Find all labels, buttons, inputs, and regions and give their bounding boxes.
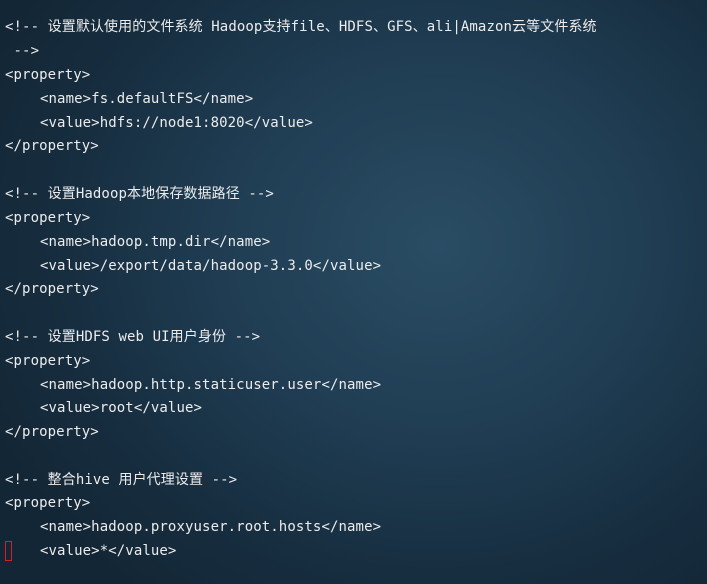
- name-line: <name>hadoop.proxyuser.root.hosts</name>: [40, 519, 382, 535]
- property-close-tag: </property>: [5, 138, 99, 154]
- property-close-tag: </property>: [5, 424, 99, 440]
- comment-line-default-fs: <!-- 设置默认使用的文件系统 Hadoop支持file、HDFS、GFS、a…: [5, 19, 597, 35]
- comment-line-web-ui-user: <!-- 设置HDFS web UI用户身份 -->: [5, 329, 261, 345]
- comment-line-hive-proxy: <!-- 整合hive 用户代理设置 -->: [5, 472, 238, 488]
- value-line: <value>/export/data/hadoop-3.3.0</value>: [40, 258, 382, 274]
- value-line: <value>*</value>: [40, 543, 177, 559]
- terminal-editor[interactable]: <!-- 设置默认使用的文件系统 Hadoop支持file、HDFS、GFS、a…: [0, 0, 707, 584]
- text-cursor: [5, 541, 12, 561]
- property-open-tag: <property>: [5, 495, 91, 511]
- name-line: <name>hadoop.tmp.dir</name>: [40, 234, 271, 250]
- property-open-tag: <property>: [5, 353, 91, 369]
- name-line: <name>fs.defaultFS</name>: [40, 91, 254, 107]
- value-line: <value>root</value>: [40, 400, 203, 416]
- comment-line-tmp-dir: <!-- 设置Hadoop本地保存数据路径 -->: [5, 186, 274, 202]
- value-line: <value>hdfs://node1:8020</value>: [40, 115, 313, 131]
- property-open-tag: <property>: [5, 210, 91, 226]
- name-line: <name>hadoop.http.staticuser.user</name>: [40, 377, 382, 393]
- comment-line-end: -->: [5, 43, 40, 59]
- property-close-tag: </property>: [5, 281, 99, 297]
- property-open-tag: <property>: [5, 67, 91, 83]
